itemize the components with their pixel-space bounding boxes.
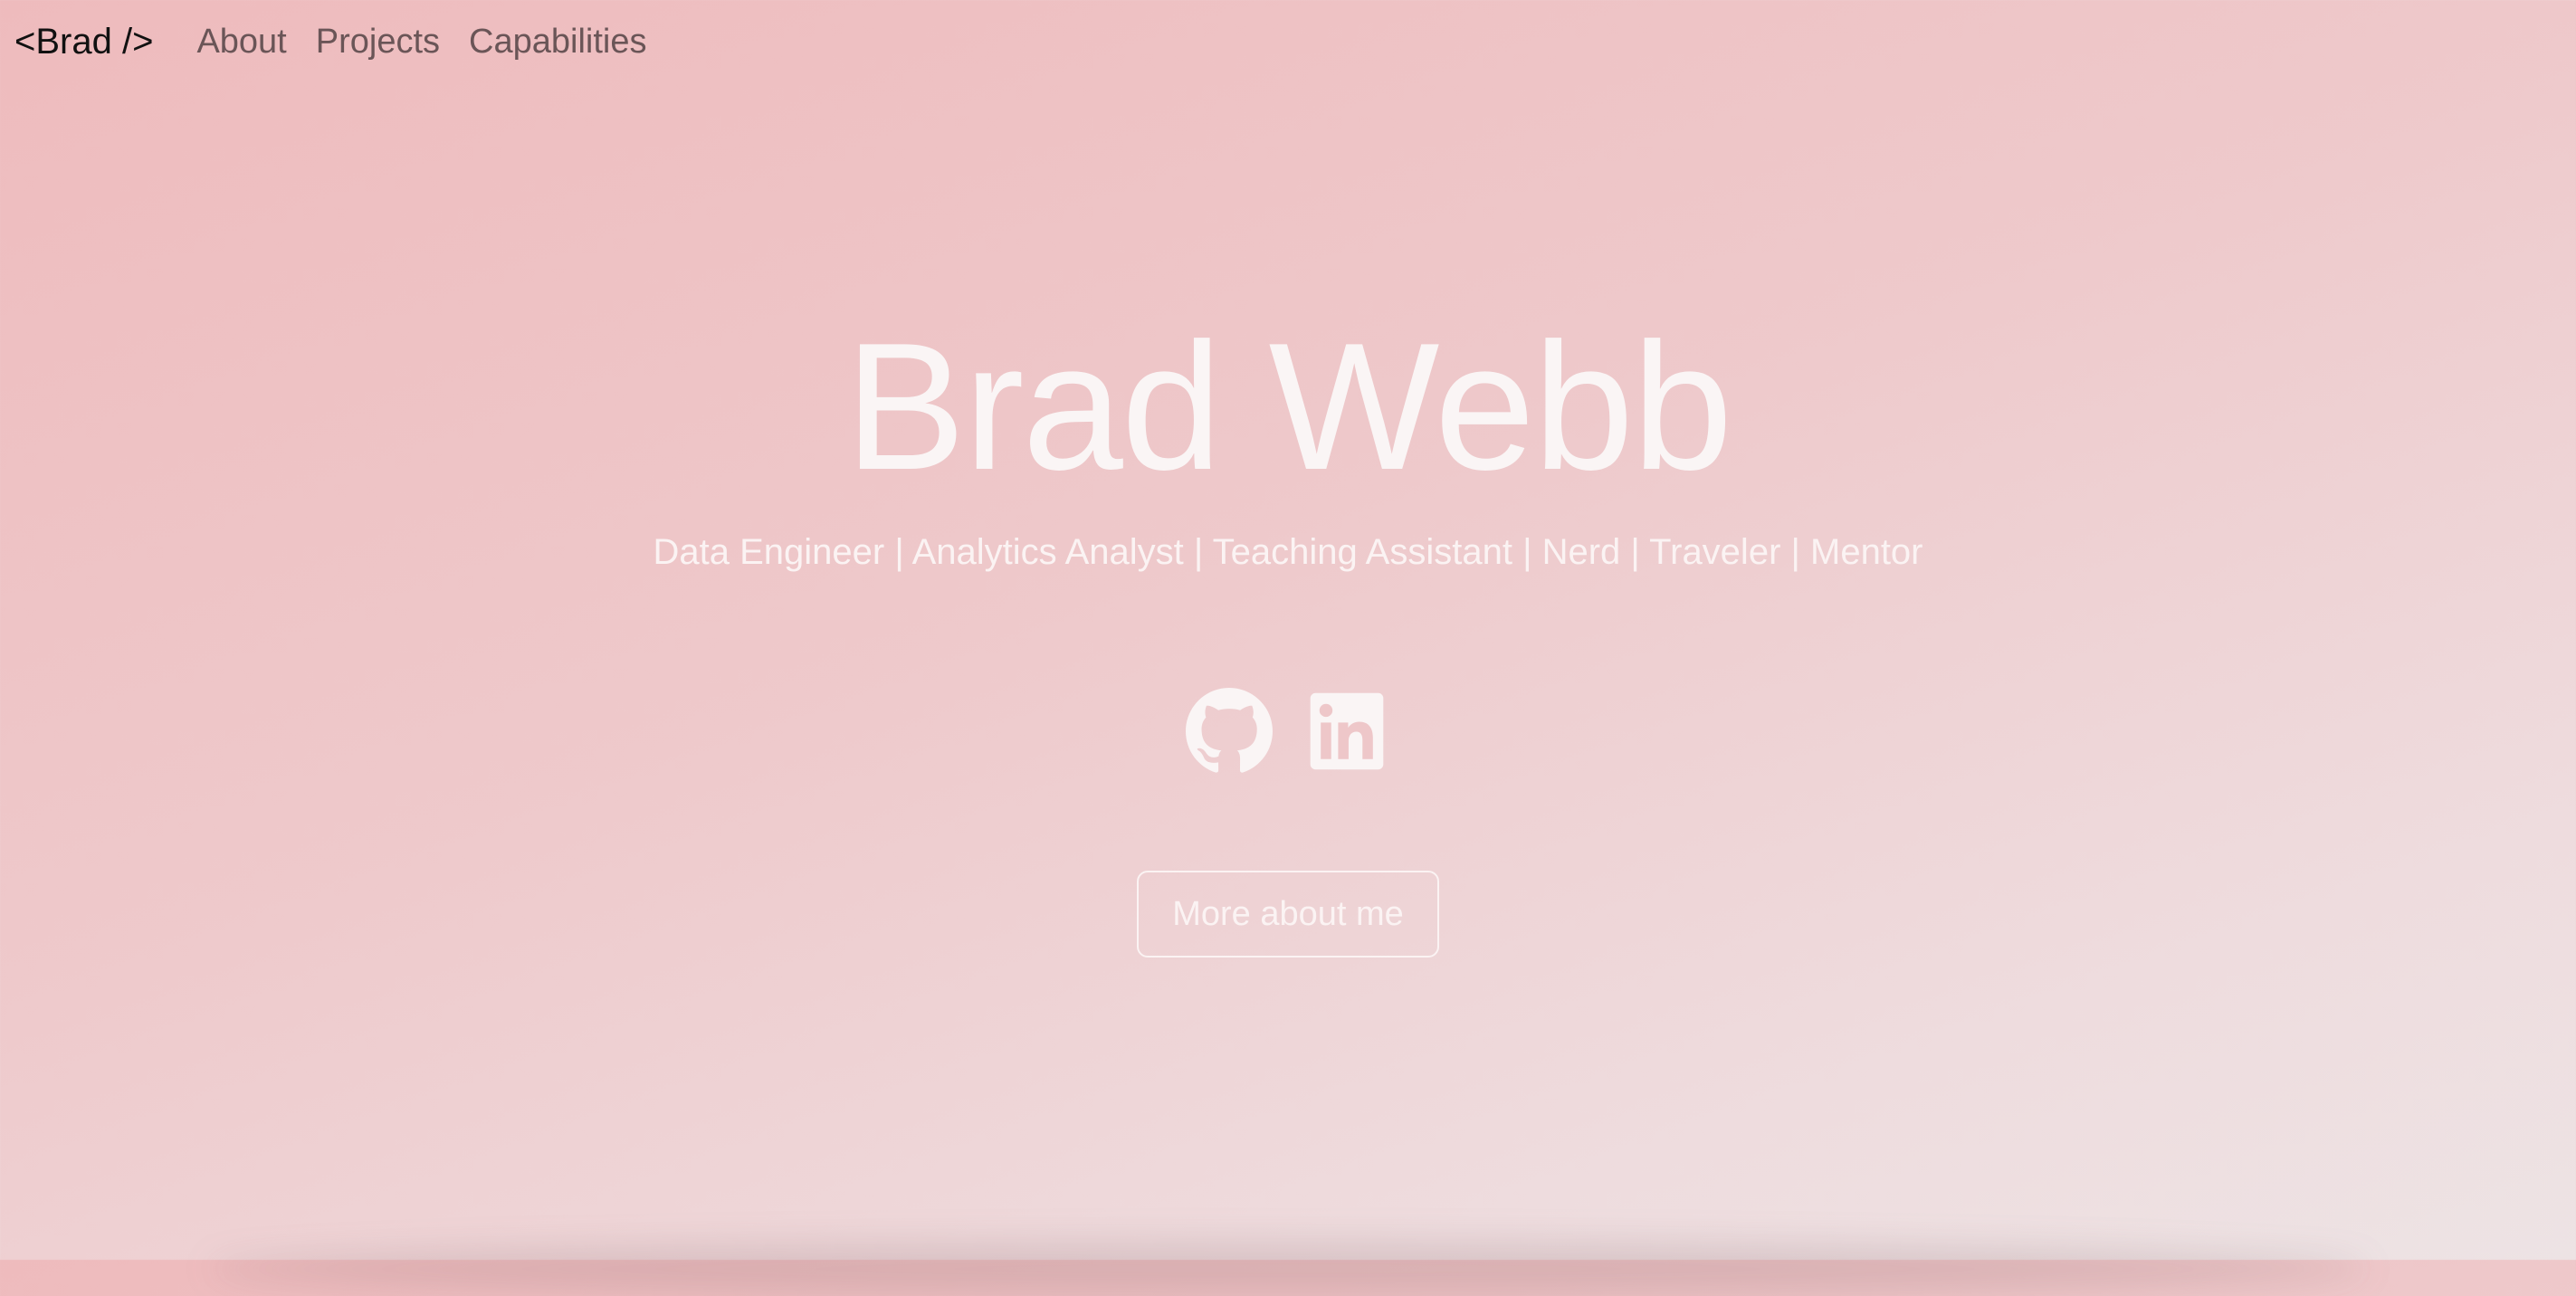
- nav-link-capabilities[interactable]: Capabilities: [469, 23, 646, 62]
- more-about-me-button[interactable]: More about me: [1137, 871, 1439, 958]
- social-links: [0, 688, 2576, 775]
- linkedin-icon: [1303, 688, 1390, 775]
- section-shadow: [208, 1242, 2368, 1296]
- linkedin-link[interactable]: [1303, 688, 1390, 775]
- cta-container: More about me: [0, 871, 2576, 958]
- nav-link-about[interactable]: About: [196, 23, 286, 62]
- brand-logo[interactable]: <Brad />: [14, 22, 153, 62]
- hero-title: Brad Webb: [844, 306, 1733, 508]
- navbar: <Brad /> About Projects Capabilities: [0, 0, 2576, 83]
- github-link[interactable]: [1186, 688, 1273, 775]
- nav-link-projects[interactable]: Projects: [316, 23, 440, 62]
- github-icon: [1186, 688, 1273, 775]
- hero-subtitle: Data Engineer | Analytics Analyst | Teac…: [653, 532, 1923, 572]
